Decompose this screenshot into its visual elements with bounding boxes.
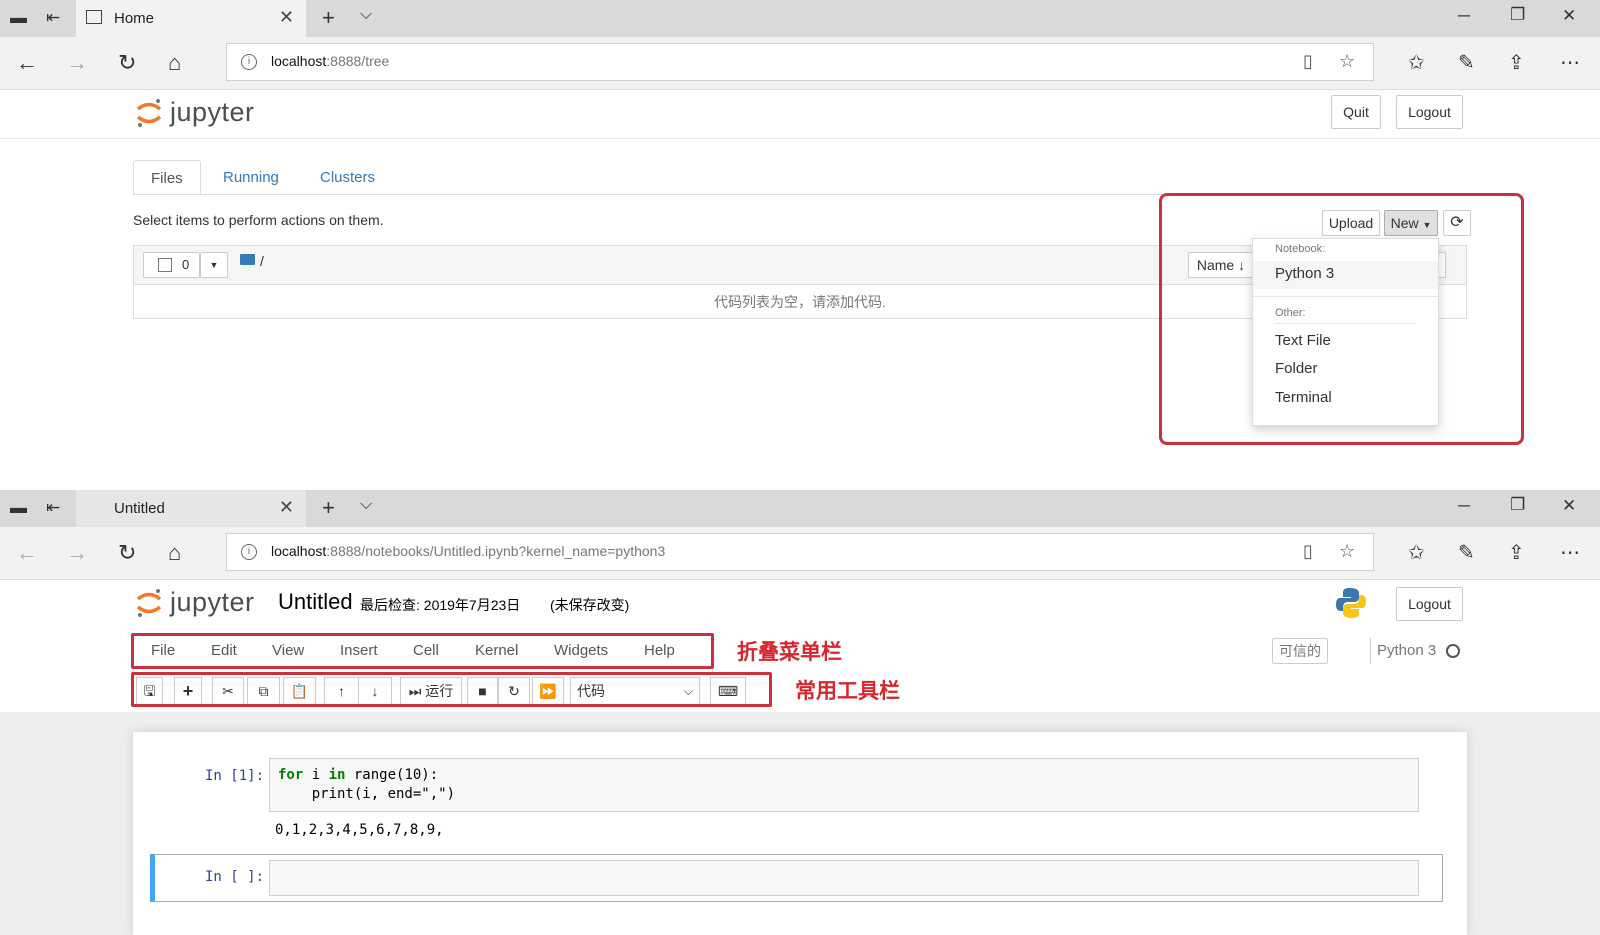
cell-prompt: In [1]: bbox=[205, 768, 265, 784]
home-icon[interactable]: ⌂ bbox=[168, 540, 181, 566]
forward-icon[interactable]: → bbox=[66, 50, 88, 76]
refresh-icon[interactable]: ↻ bbox=[118, 540, 136, 566]
favorites-icon[interactable]: ✩ bbox=[1408, 50, 1425, 75]
select-dropdown-caret-icon[interactable]: ▼ bbox=[200, 252, 228, 278]
code-line-2: print(i, end=",") bbox=[278, 786, 456, 802]
close-window-icon[interactable]: ✕ bbox=[1562, 6, 1576, 26]
address-bar[interactable]: i localhost:8888/notebooks/Untitled.ipyn… bbox=[226, 533, 1374, 571]
notebook-container: In [1]: for i in range(10): print(i, end… bbox=[133, 732, 1467, 935]
new-menu-highlight-box bbox=[1159, 193, 1524, 445]
logout-button[interactable]: Logout bbox=[1396, 587, 1463, 621]
checkbox-icon[interactable] bbox=[158, 258, 172, 272]
bottom-nav-bar: ← → ↻ ⌂ i localhost:8888/notebooks/Untit… bbox=[0, 527, 1600, 580]
kernel-name[interactable]: Python 3 bbox=[1377, 642, 1436, 659]
pen-icon[interactable]: ✎ bbox=[1458, 50, 1475, 75]
kernel-divider bbox=[1370, 638, 1371, 664]
top-nav-bar: ← → ↻ ⌂ i localhost:8888/tree ▯ ☆ ✩ ✎ ⇪ … bbox=[0, 37, 1600, 90]
reading-view-icon[interactable]: ▯ bbox=[1303, 51, 1313, 72]
favorite-star-icon[interactable]: ☆ bbox=[1339, 541, 1355, 562]
code-cell-input[interactable]: for i in range(10): print(i, end=",") bbox=[269, 758, 1419, 812]
minimize-icon[interactable]: ─ bbox=[1458, 6, 1470, 26]
favorite-star-icon[interactable]: ☆ bbox=[1339, 51, 1355, 72]
notebook-header: jupyter Untitled 最后检查: 2019年7月23日 (未保存改变… bbox=[0, 580, 1600, 633]
menu-bar-annotation: 折叠菜单栏 bbox=[737, 641, 842, 664]
page-icon bbox=[86, 10, 102, 24]
new-tab-icon[interactable]: + bbox=[322, 495, 335, 521]
breadcrumb-path[interactable]: / bbox=[260, 253, 264, 269]
top-tab-strip: ▬ ⇤ Home ✕ + ⌵ ─ ❐ ✕ bbox=[0, 0, 1600, 37]
notebook-title[interactable]: Untitled bbox=[278, 589, 353, 615]
autosave-status: (未保存改变) bbox=[550, 597, 630, 613]
tab-title: Untitled bbox=[114, 500, 165, 517]
tabs-aside-icon[interactable]: ⇤ bbox=[46, 498, 60, 518]
url-text: localhost:8888/notebooks/Untitled.ipynb?… bbox=[271, 543, 666, 559]
jupyter-header: jupyter Quit Logout bbox=[0, 90, 1600, 139]
toolbar-annotation: 常用工具栏 bbox=[795, 680, 900, 703]
jupyter-logo-icon[interactable] bbox=[136, 588, 162, 618]
tab-list-chevron-icon[interactable]: ⌵ bbox=[360, 496, 372, 514]
reading-view-icon[interactable]: ▯ bbox=[1303, 541, 1313, 562]
minimize-icon[interactable]: ─ bbox=[1458, 496, 1470, 516]
restore-icon[interactable]: ❐ bbox=[1510, 495, 1525, 515]
jupyter-logo-text[interactable]: jupyter bbox=[170, 97, 255, 128]
python-logo-icon bbox=[1336, 588, 1366, 618]
cell-output: 0,1,2,3,4,5,6,7,8,9, bbox=[275, 822, 444, 838]
tab-running[interactable]: Running bbox=[206, 160, 296, 195]
quit-button[interactable]: Quit bbox=[1331, 95, 1381, 129]
home-icon[interactable]: ⌂ bbox=[168, 50, 181, 76]
cell-prompt: In [ ]: bbox=[205, 869, 265, 885]
instructions-text: Select items to perform actions on them. bbox=[133, 212, 384, 228]
back-icon[interactable]: ← bbox=[16, 540, 38, 566]
url-text: localhost:8888/tree bbox=[271, 53, 390, 69]
back-icon[interactable]: ← bbox=[16, 50, 38, 76]
refresh-icon[interactable]: ↻ bbox=[118, 50, 136, 76]
browser-tab-untitled[interactable]: Untitled ✕ bbox=[76, 490, 306, 527]
code-cell-input[interactable] bbox=[269, 860, 1419, 896]
tab-manager-icon[interactable]: ▬ bbox=[10, 8, 27, 28]
logout-button[interactable]: Logout bbox=[1396, 95, 1463, 129]
tab-manager-icon[interactable]: ▬ bbox=[10, 498, 27, 518]
jupyter-logo-text[interactable]: jupyter bbox=[170, 587, 255, 618]
new-tab-icon[interactable]: + bbox=[322, 5, 335, 31]
select-all-checkbox-group[interactable]: 0 bbox=[143, 252, 200, 278]
tab-title: Home bbox=[114, 10, 155, 27]
more-icon[interactable]: ⋯ bbox=[1560, 540, 1580, 565]
forward-icon[interactable]: → bbox=[66, 540, 88, 566]
restore-icon[interactable]: ❐ bbox=[1510, 5, 1525, 25]
browser-tab-home[interactable]: Home ✕ bbox=[76, 0, 306, 37]
bottom-tab-strip: ▬ ⇤ Untitled ✕ + ⌵ ─ ❐ ✕ bbox=[0, 490, 1600, 527]
favorites-icon[interactable]: ✩ bbox=[1408, 540, 1425, 565]
kernel-idle-icon bbox=[1446, 644, 1460, 658]
more-icon[interactable]: ⋯ bbox=[1560, 50, 1580, 75]
address-bar[interactable]: i localhost:8888/tree ▯ ☆ bbox=[226, 43, 1374, 81]
checkpoint-status: 最后检查: 2019年7月23日 bbox=[360, 597, 521, 613]
tab-list-chevron-icon[interactable]: ⌵ bbox=[360, 6, 372, 24]
close-window-icon[interactable]: ✕ bbox=[1562, 496, 1576, 516]
code-line-1: for i in range(10): bbox=[278, 767, 439, 783]
info-icon[interactable]: i bbox=[241, 54, 257, 70]
toolbar-highlight-box bbox=[131, 672, 772, 707]
info-icon[interactable]: i bbox=[241, 544, 257, 560]
close-tab-icon[interactable]: ✕ bbox=[279, 7, 294, 28]
close-tab-icon[interactable]: ✕ bbox=[279, 497, 294, 518]
trusted-indicator[interactable]: 可信的 bbox=[1272, 638, 1328, 664]
menu-bar-highlight-box bbox=[131, 633, 714, 669]
tab-files[interactable]: Files bbox=[133, 160, 201, 195]
share-icon[interactable]: ⇪ bbox=[1508, 50, 1525, 75]
share-icon[interactable]: ⇪ bbox=[1508, 540, 1525, 565]
jupyter-logo-icon[interactable] bbox=[136, 98, 162, 128]
selected-count: 0 bbox=[182, 257, 190, 272]
selected-cell[interactable]: In [ ]: bbox=[150, 854, 1443, 902]
tabs-aside-icon[interactable]: ⇤ bbox=[46, 8, 60, 28]
tab-clusters[interactable]: Clusters bbox=[303, 160, 392, 195]
folder-icon[interactable] bbox=[240, 254, 255, 265]
pen-icon[interactable]: ✎ bbox=[1458, 540, 1475, 565]
